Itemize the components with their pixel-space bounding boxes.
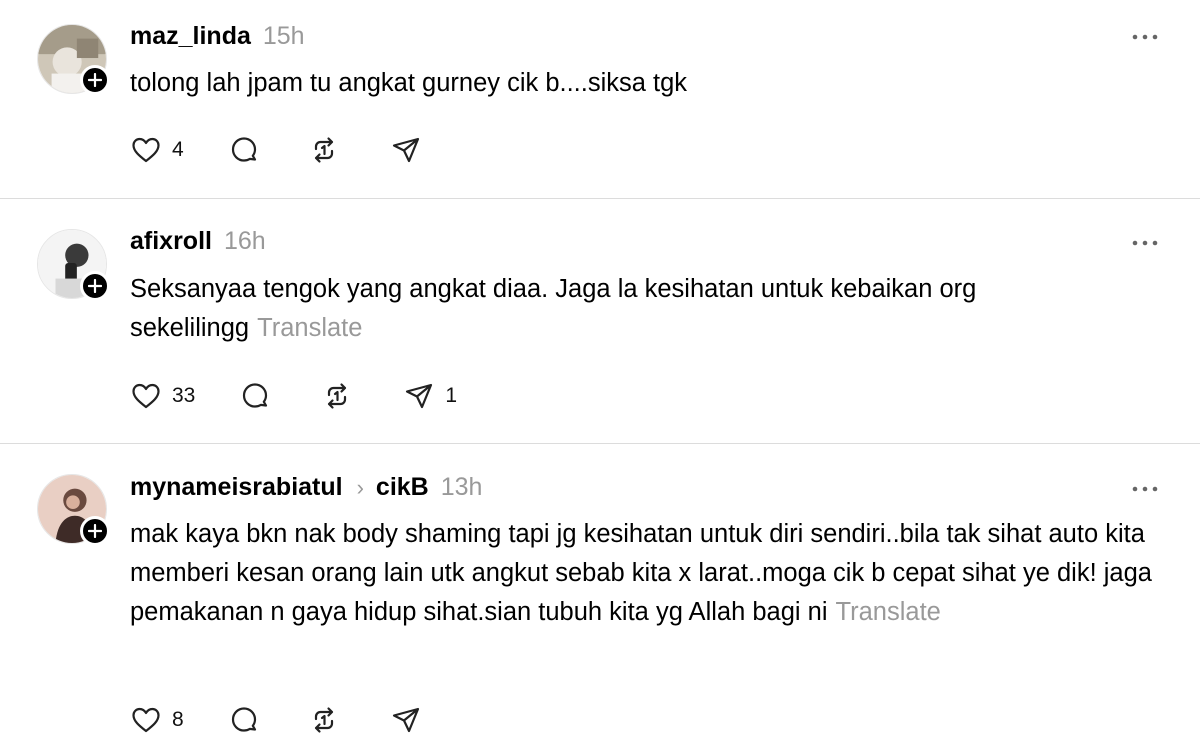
like-count: 8 bbox=[172, 708, 184, 731]
more-icon bbox=[1132, 240, 1158, 246]
more-button[interactable] bbox=[1130, 32, 1160, 42]
repost-button[interactable] bbox=[308, 704, 340, 736]
send-icon bbox=[406, 383, 433, 409]
repost-icon bbox=[314, 707, 333, 733]
comment-icon bbox=[231, 707, 256, 732]
translate-link[interactable]: Translate bbox=[836, 598, 941, 626]
like-button[interactable]: 8 bbox=[130, 704, 184, 736]
share-button[interactable] bbox=[390, 134, 422, 166]
timestamp[interactable]: 16h bbox=[224, 227, 266, 256]
post-text: mak kaya bkn nak body shaming tapi jg ke… bbox=[130, 515, 1165, 632]
follow-button[interactable] bbox=[80, 271, 110, 301]
post-header: maz_linda 15h bbox=[130, 22, 305, 51]
plus-icon bbox=[88, 279, 102, 293]
more-button[interactable] bbox=[1130, 484, 1160, 494]
post-header: afixroll 16h bbox=[130, 227, 266, 256]
chevron-right-icon: › bbox=[356, 475, 364, 500]
timestamp[interactable]: 13h bbox=[441, 473, 483, 502]
post-1: maz_linda 15h tolong lah jpam tu angkat … bbox=[0, 0, 1200, 198]
like-button[interactable]: 33 bbox=[130, 380, 195, 412]
repost-icon bbox=[328, 383, 347, 409]
comment-icon bbox=[231, 137, 256, 162]
repost-icon bbox=[314, 137, 333, 163]
action-bar: 33 1 bbox=[130, 379, 457, 413]
more-icon bbox=[1132, 34, 1158, 40]
comment-icon bbox=[243, 383, 268, 408]
post-text: tolong lah jpam tu angkat gurney cik b..… bbox=[130, 64, 1170, 103]
send-icon bbox=[392, 707, 419, 733]
post-3: mynameisrabiatul › cikB 13h mak kaya bkn… bbox=[0, 444, 1200, 756]
comment-button[interactable] bbox=[228, 134, 260, 166]
more-button[interactable] bbox=[1130, 238, 1160, 248]
action-bar: 8 bbox=[130, 703, 422, 737]
share-button[interactable] bbox=[390, 704, 422, 736]
repost-button[interactable] bbox=[308, 134, 340, 166]
like-count: 33 bbox=[172, 384, 196, 407]
timestamp[interactable]: 15h bbox=[263, 22, 305, 51]
username[interactable]: mynameisrabiatul bbox=[130, 473, 343, 502]
heart-icon bbox=[132, 383, 160, 409]
post-text: Seksanyaa tengok yang angkat diaa. Jaga … bbox=[130, 270, 1090, 348]
follow-button[interactable] bbox=[80, 516, 110, 546]
post-text-content: mak kaya bkn nak body shaming tapi jg ke… bbox=[130, 520, 1152, 626]
heart-icon bbox=[132, 707, 160, 733]
like-count: 4 bbox=[172, 138, 184, 161]
follow-button[interactable] bbox=[80, 65, 110, 95]
share-button[interactable]: 1 bbox=[403, 380, 457, 412]
like-button[interactable]: 4 bbox=[130, 134, 184, 166]
translate-link[interactable]: Translate bbox=[257, 314, 362, 342]
username[interactable]: afixroll bbox=[130, 227, 212, 256]
post-header: mynameisrabiatul › cikB 13h bbox=[130, 473, 482, 502]
share-count: 1 bbox=[445, 384, 458, 407]
comment-button[interactable] bbox=[228, 704, 260, 736]
plus-icon bbox=[88, 73, 102, 87]
send-icon bbox=[392, 137, 419, 163]
reply-target[interactable]: cikB bbox=[376, 473, 429, 502]
heart-icon bbox=[132, 137, 160, 163]
plus-icon bbox=[88, 524, 102, 538]
repost-button[interactable] bbox=[321, 380, 353, 412]
comment-button[interactable] bbox=[239, 380, 271, 412]
action-bar: 4 bbox=[130, 133, 422, 167]
post-text-content: tolong lah jpam tu angkat gurney cik b..… bbox=[130, 69, 688, 97]
post-2: afixroll 16h Seksanyaa tengok yang angka… bbox=[0, 199, 1200, 443]
username[interactable]: maz_linda bbox=[130, 22, 251, 51]
more-icon bbox=[1132, 486, 1158, 492]
